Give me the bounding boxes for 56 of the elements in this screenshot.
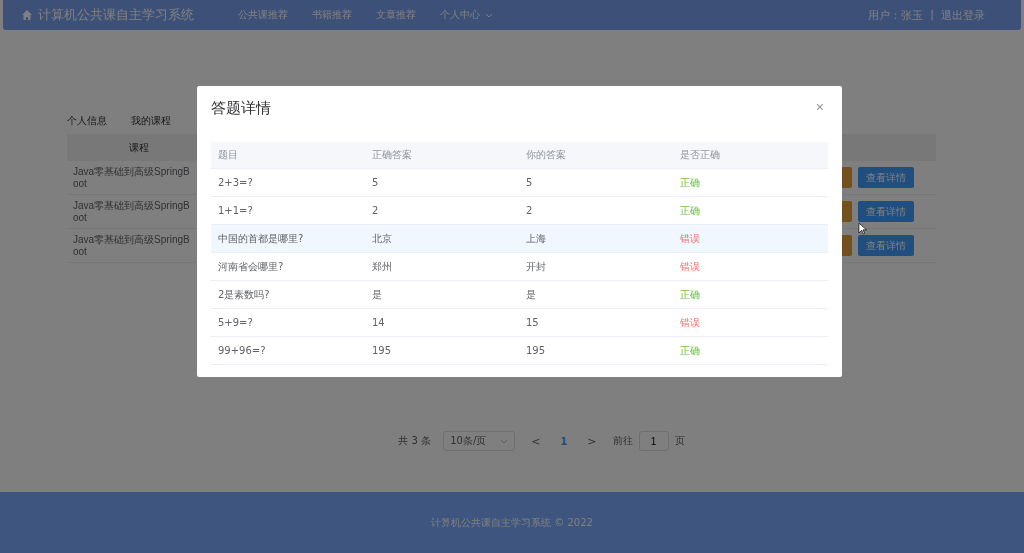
table-cell-text: 2是素数吗?	[217, 287, 271, 302]
tab[interactable]: 个人信息	[67, 114, 107, 128]
caret-icon	[485, 12, 493, 18]
prev-page-button[interactable]: <	[527, 434, 545, 448]
column-header: 正确答案	[371, 148, 413, 162]
table-cell-text: 2	[371, 205, 380, 216]
table-cell-text: Java零基础到高级SpringBoot	[72, 199, 191, 224]
page-unit: 页	[674, 434, 685, 448]
column-header: 是否正确	[679, 148, 721, 162]
result-label: 正确	[680, 176, 700, 188]
table-cell-text: 5	[525, 177, 534, 188]
details-button[interactable]: 查看详情	[858, 235, 914, 256]
details-button[interactable]: 查看详情	[858, 167, 914, 188]
cursor-icon	[858, 222, 867, 235]
table-cell-text: 5	[371, 177, 380, 188]
page-input[interactable]: 1	[638, 431, 669, 451]
table-cell-text: 15	[525, 317, 540, 328]
table-cell-text: 北京	[371, 231, 393, 246]
table-cell-text: 河南省会哪里?	[217, 259, 285, 274]
table-cell-text: 上海	[525, 231, 547, 246]
result-label: 正确	[680, 204, 700, 216]
table-cell-text: 中国的首都是哪里?	[217, 231, 305, 246]
close-button[interactable]: ×	[815, 99, 824, 115]
table-cell-text: Java零基础到高级SpringBoot	[72, 165, 191, 190]
table-cell-text: 195	[525, 345, 547, 356]
goto-label: 前往	[612, 434, 633, 448]
home-icon	[21, 9, 33, 21]
result-label: 错误	[680, 260, 700, 272]
table-cell-text: 开封	[525, 259, 547, 274]
page-size-select[interactable]: 10条/页	[443, 431, 516, 451]
total-count: 共 3 条	[398, 434, 432, 448]
caret-icon	[500, 438, 509, 444]
column-header: 你的答案	[525, 148, 567, 162]
result-label: 正确	[680, 344, 700, 356]
result-label: 错误	[680, 316, 700, 328]
result-label: 正确	[680, 288, 700, 300]
table-cell-text: 14	[371, 317, 386, 328]
table-cell-text: 2+3=?	[217, 177, 254, 188]
tab[interactable]: 我的课程	[131, 114, 171, 128]
column-header: 课程	[128, 140, 150, 155]
next-page-button[interactable]: >	[583, 434, 601, 448]
dialog-title: 答题详情	[211, 98, 271, 118]
table-cell-text: 99+96=?	[217, 345, 267, 356]
column-header: 题目	[217, 148, 239, 162]
table-cell-text: 是	[371, 287, 383, 302]
table-cell-text: 195	[371, 345, 393, 356]
result-label: 错误	[680, 232, 700, 244]
table-cell-text: 5+9=?	[217, 317, 254, 328]
table-cell-text: 郑州	[371, 259, 393, 274]
page-number[interactable]: 1	[556, 435, 572, 447]
table-cell-text: 是	[525, 287, 537, 302]
table-cell-text: 2	[525, 205, 534, 216]
table-cell-text: 1+1=?	[217, 205, 254, 216]
separator: |	[930, 7, 934, 23]
table-cell-text: Java零基础到高级SpringBoot	[72, 233, 191, 258]
details-button[interactable]: 查看详情	[858, 201, 914, 222]
